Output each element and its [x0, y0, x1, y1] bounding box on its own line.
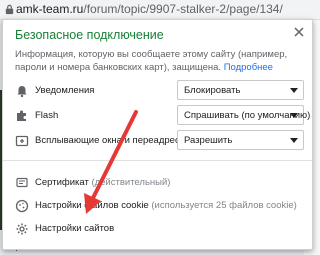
- permission-flash: Flash Спрашивать (по умолчанию): [3, 105, 312, 127]
- site-settings-row[interactable]: Настройки сайтов: [3, 219, 312, 239]
- gear-icon: [16, 223, 28, 235]
- site-info-popup: Безопасное подключение Информация, котор…: [2, 19, 313, 250]
- permission-notifications: Уведомления Блокировать: [3, 80, 312, 102]
- certificate-label: Сертификат (действительный): [35, 177, 170, 188]
- chevron-down-icon: [290, 113, 298, 118]
- puzzle-icon: [17, 110, 26, 121]
- certificate-status: (действительный): [91, 177, 171, 188]
- site-settings-label: Настройки сайтов: [35, 223, 115, 234]
- cookies-label: Настройки файлов cookie (используется 25…: [35, 200, 297, 211]
- flash-select[interactable]: Спрашивать (по умолчанию): [177, 105, 310, 125]
- popup-description: Информация, которую вы сообщаете этому с…: [15, 48, 300, 74]
- close-icon[interactable]: [293, 26, 305, 38]
- permission-popups: Всплывающие окна и переадресация Разреши…: [3, 130, 312, 152]
- lock-icon[interactable]: [4, 4, 15, 15]
- url-text[interactable]: amk-team.ru/forum/topic/9907-stalker-2/p…: [16, 2, 283, 16]
- bell-icon: [17, 86, 27, 98]
- url-path: /forum/topic/9907-stalker-2/page/134/: [83, 2, 283, 16]
- address-bar[interactable]: amk-team.ru/forum/topic/9907-stalker-2/p…: [0, 0, 320, 20]
- certificate-icon: [16, 177, 28, 188]
- certificate-text: Сертификат: [35, 177, 89, 188]
- cookies-text: Настройки файлов cookie: [35, 200, 149, 211]
- popups-select[interactable]: Разрешить: [177, 130, 304, 150]
- popup-title: Безопасное подключение: [15, 28, 164, 42]
- more-link[interactable]: Подробнее: [224, 62, 273, 73]
- popups-label: Всплывающие окна и переадресация: [35, 135, 201, 146]
- cookies-row[interactable]: Настройки файлов cookie (используется 25…: [3, 196, 312, 216]
- notifications-value: Блокировать: [184, 85, 241, 96]
- certificate-row[interactable]: Сертификат (действительный): [3, 173, 312, 193]
- popups-value: Разрешить: [184, 135, 233, 146]
- chevron-down-icon: [290, 88, 298, 93]
- section-divider: [3, 160, 312, 161]
- chevron-down-icon: [290, 138, 298, 143]
- cookie-icon: [15, 199, 29, 213]
- notifications-select[interactable]: Блокировать: [177, 80, 304, 100]
- popup-window-icon: [15, 135, 29, 147]
- url-host: amk-team.ru: [16, 2, 84, 16]
- flash-label: Flash: [35, 110, 59, 121]
- cookies-count: (используется 25 файлов cookie): [151, 200, 297, 211]
- notifications-label: Уведомления: [35, 85, 95, 96]
